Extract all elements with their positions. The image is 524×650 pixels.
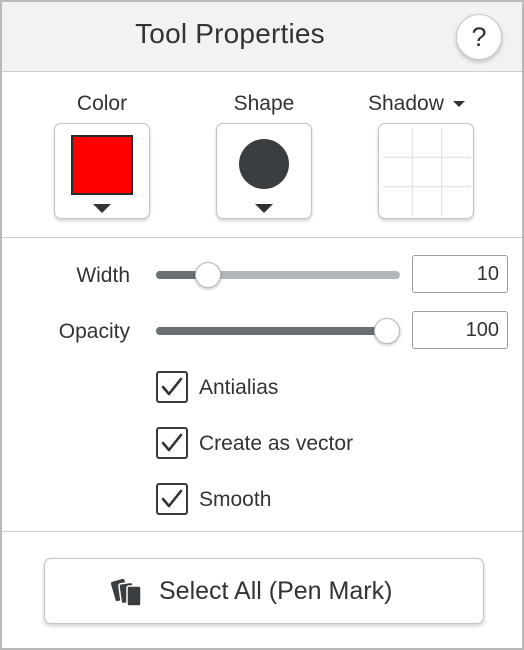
divider — [2, 237, 522, 238]
create-as-vector-label: Create as vector — [199, 432, 354, 455]
shadow-grid-icon — [383, 128, 471, 216]
color-label: Color — [76, 92, 128, 115]
chevron-down-icon — [93, 204, 111, 213]
opacity-slider-thumb[interactable] — [374, 318, 400, 344]
select-all-button[interactable]: Select All (Pen Mark) — [44, 558, 484, 624]
width-input[interactable] — [412, 255, 508, 293]
color-picker-button[interactable] — [54, 123, 150, 219]
checkmark-icon — [161, 377, 183, 396]
width-label: Width — [76, 264, 130, 287]
shape-picker-button[interactable] — [216, 123, 312, 219]
antialias-label: Antialias — [199, 376, 279, 399]
panel-title: Tool Properties — [135, 18, 325, 49]
checkmark-icon — [161, 433, 183, 452]
circle-shape-icon — [239, 139, 289, 189]
smooth-checkbox[interactable] — [156, 483, 188, 515]
select-all-label: Select All (Pen Mark) — [159, 577, 393, 605]
width-slider-track[interactable] — [156, 271, 400, 279]
layers-icon — [111, 578, 142, 607]
antialias-checkbox[interactable] — [156, 371, 188, 403]
width-slider-thumb[interactable] — [195, 262, 222, 288]
color-swatch — [71, 135, 133, 195]
divider — [2, 531, 522, 532]
shadow-dropdown-label[interactable]: Shadow — [368, 92, 480, 116]
shadow-picker-button[interactable] — [378, 123, 474, 219]
shape-label: Shape — [233, 92, 295, 115]
checkmark-icon — [161, 489, 183, 508]
panel-header: Tool Properties ? — [2, 2, 522, 72]
opacity-slider-fill — [156, 327, 387, 335]
help-button[interactable]: ? — [456, 14, 502, 60]
create-as-vector-checkbox[interactable] — [156, 427, 188, 459]
tool-properties-panel: Tool Properties ? Color Shape Shadow Wid… — [0, 0, 524, 650]
smooth-label: Smooth — [199, 488, 272, 511]
chevron-down-icon — [452, 101, 465, 108]
shadow-label: Shadow — [368, 92, 444, 115]
opacity-slider-track[interactable] — [156, 327, 400, 335]
opacity-input[interactable] — [412, 311, 508, 349]
opacity-label: Opacity — [58, 320, 130, 343]
chevron-down-icon — [255, 204, 273, 213]
